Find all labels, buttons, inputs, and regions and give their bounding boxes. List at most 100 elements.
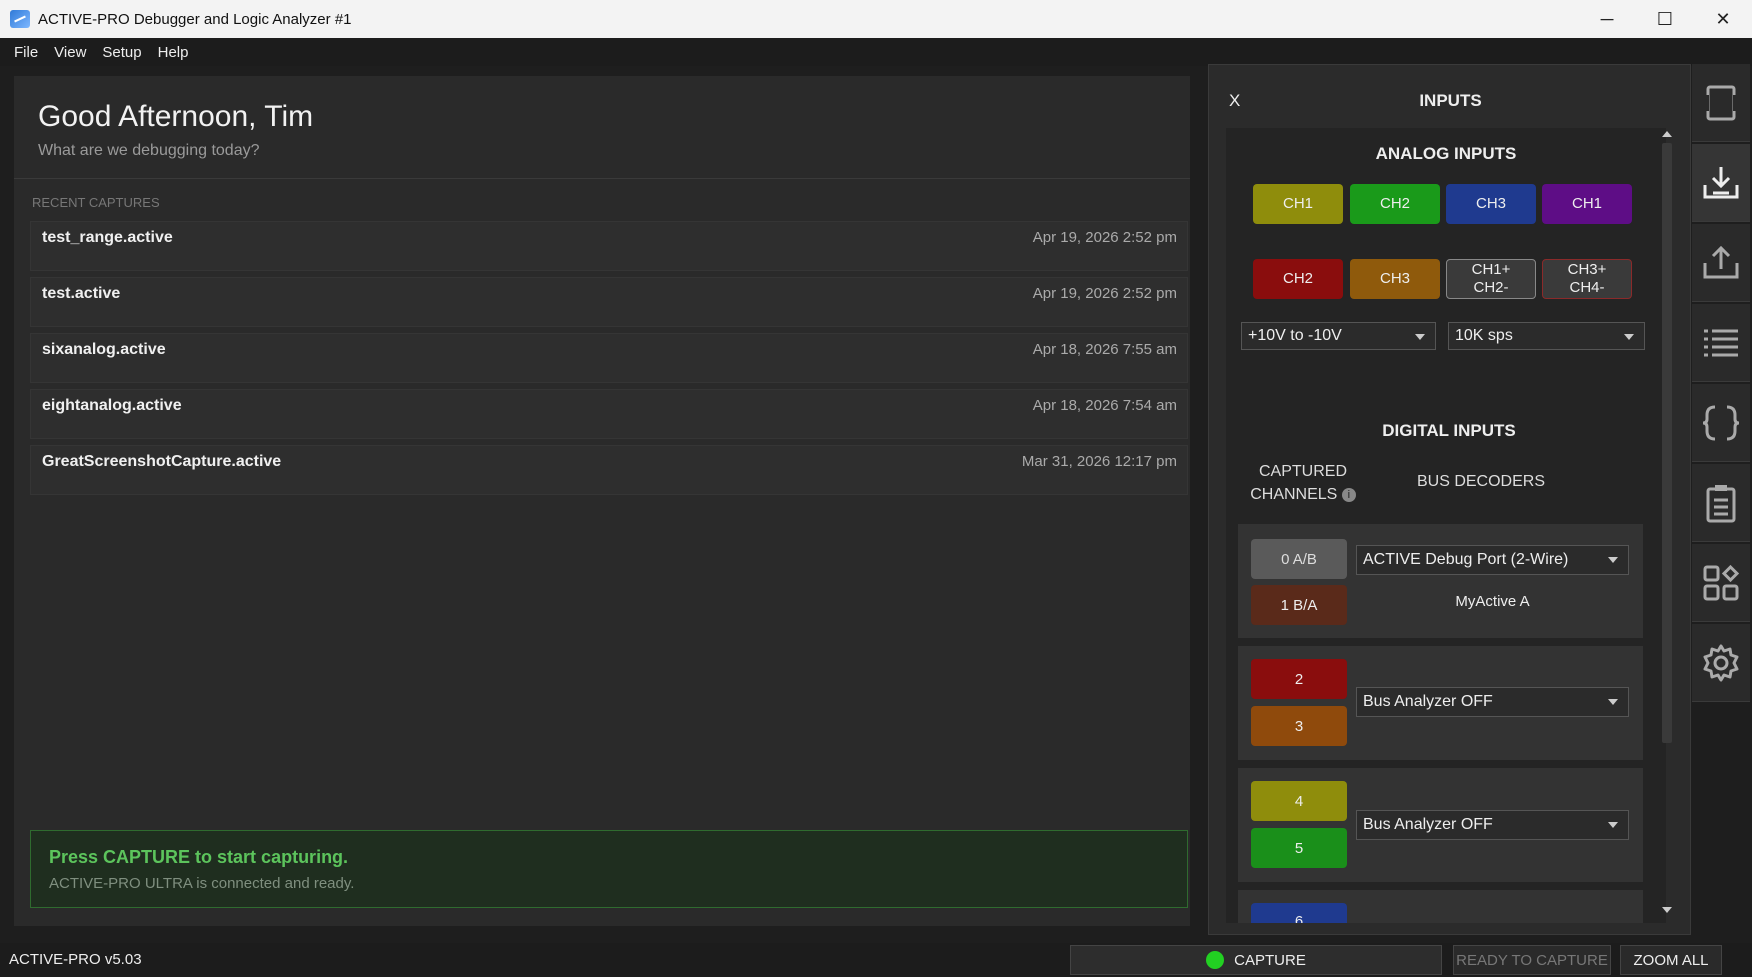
ready-to-capture-button[interactable]: READY TO CAPTURE: [1453, 945, 1611, 975]
capture-date: Apr 19, 2026 2:52 pm: [1032, 229, 1177, 246]
notes-button[interactable]: [1692, 464, 1750, 542]
bus-decoder-value: Bus Analyzer OFF: [1363, 816, 1493, 833]
analog-diff-ch3-ch4-button[interactable]: CH3+ CH4-: [1542, 259, 1632, 299]
settings-button[interactable]: [1692, 624, 1750, 702]
braces-button[interactable]: [1692, 384, 1750, 462]
info-icon[interactable]: i: [1341, 487, 1356, 502]
status-message-box: Press CAPTURE to start capturing. ACTIVE…: [30, 830, 1188, 908]
import-button[interactable]: [1692, 144, 1750, 222]
digital-ch2-button[interactable]: 2: [1251, 659, 1347, 699]
recent-captures-label: RECENT CAPTURES: [32, 195, 160, 210]
minimize-button[interactable]: ─: [1578, 0, 1636, 38]
menu-file[interactable]: File: [6, 44, 46, 61]
inputs-title: INPUTS: [1419, 91, 1482, 110]
scroll-down-icon[interactable]: [1662, 907, 1672, 913]
window-title: ACTIVE-PRO Debugger and Logic Analyzer #…: [38, 10, 352, 28]
capture-date: Apr 19, 2026 2:52 pm: [1032, 285, 1177, 302]
captured-label: CAPTURED: [1258, 463, 1347, 480]
voltage-range-select[interactable]: +10V to -10V: [1241, 322, 1436, 350]
scrollbar-thumb[interactable]: [1662, 143, 1672, 743]
sample-rate-value: 10K sps: [1455, 327, 1513, 344]
bus-decoder-select[interactable]: Bus Analyzer OFF: [1356, 687, 1629, 717]
home-panel: Good Afternoon, Tim What are we debuggin…: [14, 76, 1190, 926]
menu-help[interactable]: Help: [150, 44, 197, 61]
notes-icon: [1706, 484, 1736, 522]
bottom-status-bar: ACTIVE-PRO v5.03 CAPTURE READY TO CAPTUR…: [0, 943, 1752, 977]
bus-decoder-select[interactable]: Bus Analyzer OFF: [1356, 810, 1629, 840]
capture-name: GreatScreenshotCapture.active: [42, 453, 282, 470]
captured-channels-header: CAPTURED CHANNELS i: [1248, 460, 1358, 506]
voltage-range-value: +10V to -10V: [1248, 327, 1342, 344]
close-inputs-button[interactable]: X: [1229, 91, 1240, 111]
inputs-scrollbar[interactable]: [1659, 127, 1675, 917]
capture-date: Mar 31, 2026 12:17 pm: [1021, 453, 1177, 470]
menu-bar: File View Setup Help: [0, 38, 1752, 66]
channels-label: CHANNELS: [1250, 486, 1338, 503]
inputs-panel: INPUTS X ANALOG INPUTS CH1 CH2 CH3 CH1 C…: [1208, 64, 1691, 935]
status-title: Press CAPTURE to start capturing.: [49, 847, 349, 867]
analog-ch3-button[interactable]: CH3: [1446, 184, 1536, 224]
greeting-heading: Good Afternoon, Tim: [38, 100, 314, 133]
menu-setup[interactable]: Setup: [94, 44, 149, 61]
apps-button[interactable]: [1692, 544, 1750, 622]
capture-name: test.active: [42, 285, 121, 302]
chevron-down-icon: [1415, 334, 1425, 340]
analog-ch3-b-button[interactable]: CH3: [1350, 259, 1440, 299]
digital-ch5-button[interactable]: 5: [1251, 828, 1347, 868]
maximize-button[interactable]: ☐: [1636, 0, 1694, 38]
title-bar: ACTIVE-PRO Debugger and Logic Analyzer #…: [0, 0, 1752, 38]
digital-group-4-5: 4 5 Bus Analyzer OFF: [1238, 768, 1643, 882]
digital-group-6-7: 6: [1238, 890, 1643, 923]
list-icon: [1704, 329, 1738, 356]
braces-icon: [1702, 405, 1740, 440]
bus-decoder-select[interactable]: ACTIVE Debug Port (2-Wire): [1356, 545, 1629, 575]
digital-ch1-button[interactable]: 1 B/A: [1251, 585, 1347, 625]
bus-decoder-value: ACTIVE Debug Port (2-Wire): [1363, 551, 1569, 568]
chevron-down-icon: [1608, 699, 1618, 705]
capture-row[interactable]: sixanalog.active Apr 18, 2026 7:55 am: [30, 333, 1188, 383]
export-icon: [1703, 245, 1739, 278]
capture-name: test_range.active: [42, 229, 173, 246]
frame-icon: [1705, 85, 1737, 120]
digital-ch4-button[interactable]: 4: [1251, 781, 1347, 821]
list-button[interactable]: [1692, 304, 1750, 382]
analog-ch1-button[interactable]: CH1: [1253, 184, 1343, 224]
apps-icon: [1703, 564, 1740, 600]
zoom-all-button[interactable]: ZOOM ALL: [1620, 945, 1722, 975]
capture-date: Apr 18, 2026 7:54 am: [1032, 397, 1177, 414]
chevron-down-icon: [1608, 557, 1618, 563]
greeting-subtitle: What are we debugging today?: [38, 142, 260, 159]
window-controls: ─ ☐ ✕: [1578, 0, 1752, 38]
analog-ch2-b-button[interactable]: CH2: [1253, 259, 1343, 299]
capture-row[interactable]: GreatScreenshotCapture.active Mar 31, 20…: [30, 445, 1188, 495]
analog-ch1-b-button[interactable]: CH1: [1542, 184, 1632, 224]
export-button[interactable]: [1692, 224, 1750, 302]
scroll-up-icon[interactable]: [1662, 131, 1672, 137]
capture-label: CAPTURE: [1234, 951, 1306, 969]
inputs-scroll-area: ANALOG INPUTS CH1 CH2 CH3 CH1 CH2 CH3 CH…: [1226, 128, 1666, 923]
close-window-button[interactable]: ✕: [1694, 0, 1752, 38]
import-icon: [1703, 166, 1739, 198]
capture-name: eightanalog.active: [42, 397, 182, 414]
divider: [14, 178, 1190, 179]
analog-diff-ch1-ch2-button[interactable]: CH1+ CH2-: [1446, 259, 1536, 299]
menu-view[interactable]: View: [46, 44, 94, 61]
status-subtitle: ACTIVE-PRO ULTRA is connected and ready.: [49, 875, 355, 892]
capture-button[interactable]: CAPTURE: [1070, 945, 1442, 975]
digital-group-2-3: 2 3 Bus Analyzer OFF: [1238, 646, 1643, 760]
sample-rate-select[interactable]: 10K sps: [1448, 322, 1645, 350]
analog-inputs-title: ANALOG INPUTS: [1375, 144, 1517, 163]
capture-name: sixanalog.active: [42, 341, 166, 358]
capture-row[interactable]: test_range.active Apr 19, 2026 2:52 pm: [30, 221, 1188, 271]
connected-status-icon: [1206, 951, 1225, 969]
capture-row[interactable]: eightanalog.active Apr 18, 2026 7:54 am: [30, 389, 1188, 439]
digital-ch6-button[interactable]: 6: [1251, 903, 1347, 923]
capture-date: Apr 18, 2026 7:55 am: [1032, 341, 1177, 358]
frame-button[interactable]: [1692, 64, 1750, 142]
analog-ch2-button[interactable]: CH2: [1350, 184, 1440, 224]
digital-ch0-button[interactable]: 0 A/B: [1251, 539, 1347, 579]
decoder-name-label: MyActive A: [1455, 593, 1530, 610]
right-toolbar: [1692, 64, 1752, 704]
capture-row[interactable]: test.active Apr 19, 2026 2:52 pm: [30, 277, 1188, 327]
digital-ch3-button[interactable]: 3: [1251, 706, 1347, 746]
